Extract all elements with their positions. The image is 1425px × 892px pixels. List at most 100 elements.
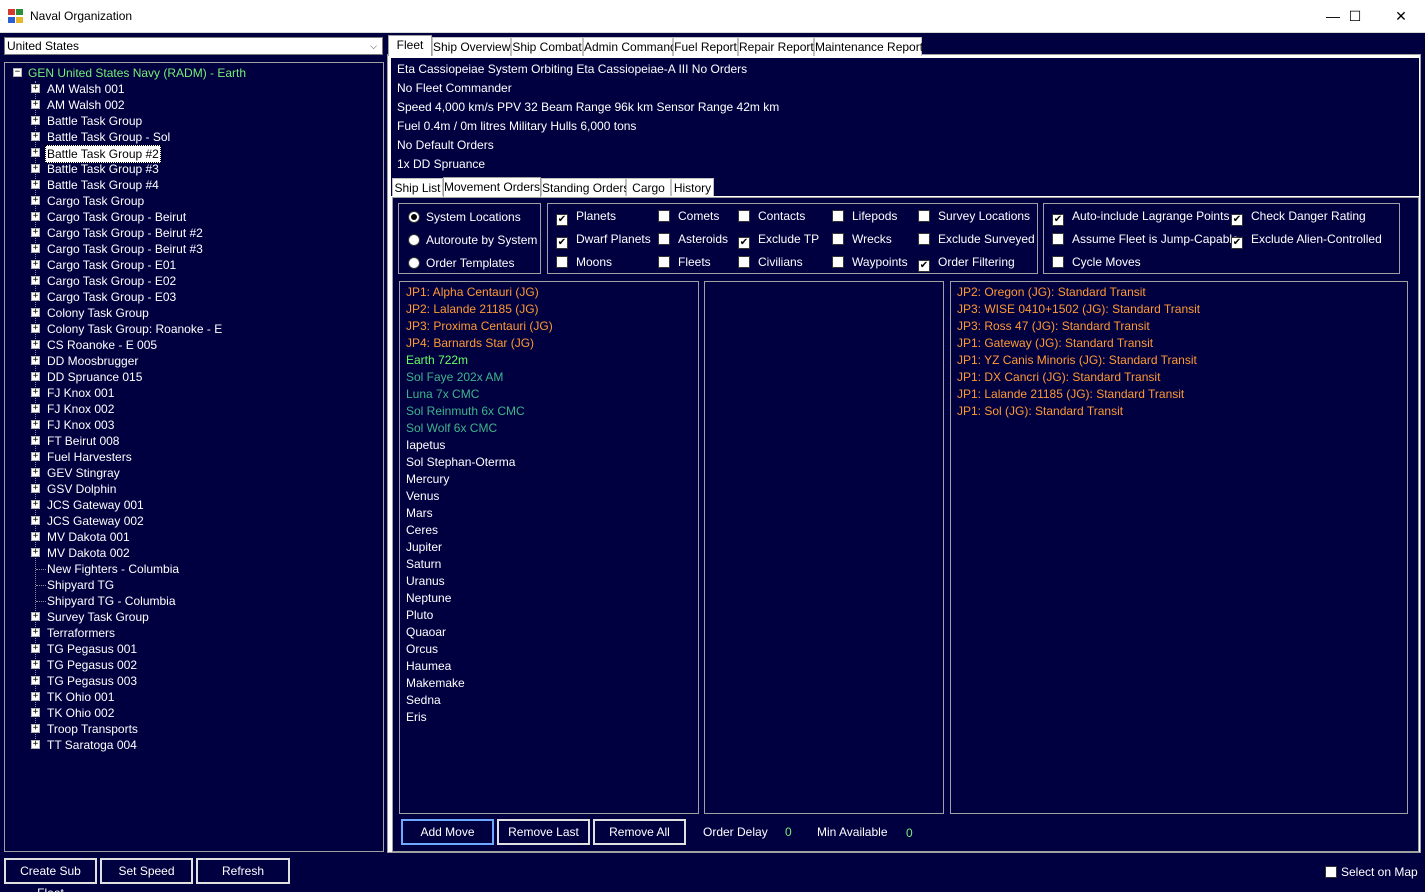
tree-item[interactable]: + Cargo Task Group - Beirut #2 <box>5 225 381 241</box>
expand-icon[interactable]: + <box>31 404 40 413</box>
checkbox-box[interactable] <box>738 256 750 268</box>
expand-icon[interactable]: + <box>31 180 40 189</box>
checkbox-wrecks[interactable]: Wrecks <box>832 231 892 247</box>
tree-item[interactable]: + Cargo Task Group - Beirut #3 <box>5 241 381 257</box>
expand-icon[interactable]: + <box>31 468 40 477</box>
tree-item[interactable]: + AM Walsh 001 <box>5 81 381 97</box>
tree-item[interactable]: + TK Ohio 001 <box>5 689 381 705</box>
order-item[interactable]: JP3: Ross 47 (JG): Standard Transit <box>957 318 1150 335</box>
destination-list[interactable]: JP1: Alpha Centauri (JG) JP2: Lalande 211… <box>399 281 699 814</box>
check-icon[interactable]: ✔ <box>918 260 930 272</box>
destination-item[interactable]: Mercury <box>406 471 449 488</box>
expand-icon[interactable]: + <box>31 148 40 157</box>
tree-item[interactable]: + AM Walsh 002 <box>5 97 381 113</box>
tree-item[interactable]: + FJ Knox 002 <box>5 401 381 417</box>
expand-icon[interactable]: + <box>31 724 40 733</box>
checkbox-box[interactable] <box>918 210 930 222</box>
checkbox-box[interactable] <box>1052 256 1064 268</box>
expand-icon[interactable]: + <box>31 532 40 541</box>
tree-root[interactable]: − GEN United States Navy (RADM) - Earth <box>9 65 246 81</box>
tree-item[interactable]: + FT Beirut 008 <box>5 433 381 449</box>
expand-icon[interactable]: + <box>31 100 40 109</box>
destination-item[interactable]: JP2: Lalande 21185 (JG) <box>406 301 539 318</box>
radio-icon[interactable] <box>408 257 420 269</box>
tree-item[interactable]: + GSV Dolphin <box>5 481 381 497</box>
checkbox-box[interactable] <box>556 256 568 268</box>
fleet-tree[interactable]: − GEN United States Navy (RADM) - Earth + A… <box>4 62 384 852</box>
expand-icon[interactable]: + <box>31 84 40 93</box>
destination-item[interactable]: Eris <box>406 709 427 726</box>
expand-icon[interactable]: + <box>31 116 40 125</box>
destination-item[interactable]: Ceres <box>406 522 438 539</box>
remove-last-button[interactable]: Remove Last <box>497 819 590 845</box>
expand-icon[interactable]: + <box>31 372 40 381</box>
close-button[interactable]: ✕ <box>1378 0 1424 32</box>
tree-item[interactable]: + Survey Task Group <box>5 609 381 625</box>
expand-icon[interactable]: + <box>31 436 40 445</box>
radio-system-locations[interactable]: System Locations <box>408 209 521 225</box>
checkbox-box[interactable] <box>832 210 844 222</box>
tree-item[interactable]: + DD Moosbrugger <box>5 353 381 369</box>
destination-item[interactable]: Sol Wolf 6x CMC <box>406 420 497 437</box>
subtab-movement-orders[interactable]: Movement Orders <box>443 177 541 197</box>
expand-icon[interactable]: + <box>31 420 40 429</box>
radio-icon[interactable] <box>408 234 420 246</box>
checkbox-cycle-moves[interactable]: Cycle Moves <box>1052 254 1141 270</box>
checkbox-moons[interactable]: Moons <box>556 254 612 270</box>
expand-icon[interactable]: + <box>31 340 40 349</box>
checkbox-box[interactable] <box>1052 233 1064 245</box>
order-item[interactable]: JP1: Lalande 21185 (JG): Standard Transi… <box>957 386 1184 403</box>
checkbox-contacts[interactable]: Contacts <box>738 208 805 224</box>
expand-icon[interactable]: + <box>31 244 40 253</box>
tree-item[interactable]: + Terraformers <box>5 625 381 641</box>
check-icon[interactable]: ✔ <box>738 237 750 249</box>
destination-item[interactable]: Sol Reinmuth 6x CMC <box>406 403 525 420</box>
expand-icon[interactable]: + <box>31 212 40 221</box>
tree-item[interactable]: Shipyard TG - Columbia <box>5 593 381 609</box>
tree-item[interactable]: + GEV Stingray <box>5 465 381 481</box>
expand-icon[interactable]: + <box>31 292 40 301</box>
subtab-standing-orders[interactable]: Standing Orders <box>541 178 629 196</box>
subtab-ship-list[interactable]: Ship List <box>392 178 443 196</box>
destination-item[interactable]: Uranus <box>406 573 445 590</box>
expand-icon[interactable]: + <box>31 164 40 173</box>
tree-item[interactable]: + Battle Task Group #2 <box>5 145 381 163</box>
remove-all-button[interactable]: Remove All <box>593 819 686 845</box>
tree-item[interactable]: + CS Roanoke - E 005 <box>5 337 381 353</box>
order-item[interactable]: JP1: Gateway (JG): Standard Transit <box>957 335 1153 352</box>
tree-item[interactable]: + Fuel Harvesters <box>5 449 381 465</box>
destination-item[interactable]: Luna 7x CMC <box>406 386 479 403</box>
expand-icon[interactable]: + <box>31 484 40 493</box>
subtab-cargo[interactable]: Cargo <box>626 178 671 196</box>
min-available-value[interactable]: 0 <box>906 826 913 840</box>
tree-item[interactable]: + Battle Task Group - Sol <box>5 129 381 145</box>
checkbox-dwarf-planets[interactable]: ✔ Dwarf Planets <box>556 231 651 249</box>
order-delay-value[interactable]: 0 <box>785 825 792 839</box>
tree-item[interactable]: + Cargo Task Group - E01 <box>5 257 381 273</box>
expand-icon[interactable]: + <box>31 196 40 205</box>
expand-icon[interactable]: + <box>31 612 40 621</box>
checkbox-box[interactable] <box>1325 866 1337 878</box>
order-item[interactable]: JP1: DX Cancri (JG): Standard Transit <box>957 369 1160 386</box>
checkbox-planets[interactable]: ✔ Planets <box>556 208 616 226</box>
expand-icon[interactable]: + <box>31 692 40 701</box>
check-icon[interactable]: ✔ <box>1052 214 1064 226</box>
destination-item[interactable]: JP1: Alpha Centauri (JG) <box>406 284 539 301</box>
tree-item[interactable]: + Colony Task Group <box>5 305 381 321</box>
expand-icon[interactable]: + <box>31 644 40 653</box>
destination-item[interactable]: JP4: Barnards Star (JG) <box>406 335 534 352</box>
expand-icon[interactable]: + <box>31 708 40 717</box>
expand-icon[interactable]: + <box>31 452 40 461</box>
expand-icon[interactable]: + <box>31 260 40 269</box>
create-sub-fleet-button[interactable]: Create Sub Fleet <box>4 858 97 892</box>
destination-item[interactable]: Venus <box>406 488 439 505</box>
tab-repair-report[interactable]: Repair Report <box>738 37 814 56</box>
expand-icon[interactable]: + <box>31 132 40 141</box>
destination-item[interactable]: Haumea <box>406 658 451 675</box>
destination-item[interactable]: Jupiter <box>406 539 442 556</box>
radio-order-templates[interactable]: Order Templates <box>408 255 514 271</box>
destination-item[interactable]: JP3: Proxima Centauri (JG) <box>406 318 553 335</box>
add-move-button[interactable]: Add Move <box>401 819 494 845</box>
radio-autoroute-by-system[interactable]: Autoroute by System <box>408 232 537 248</box>
check-icon[interactable]: ✔ <box>1231 214 1243 226</box>
